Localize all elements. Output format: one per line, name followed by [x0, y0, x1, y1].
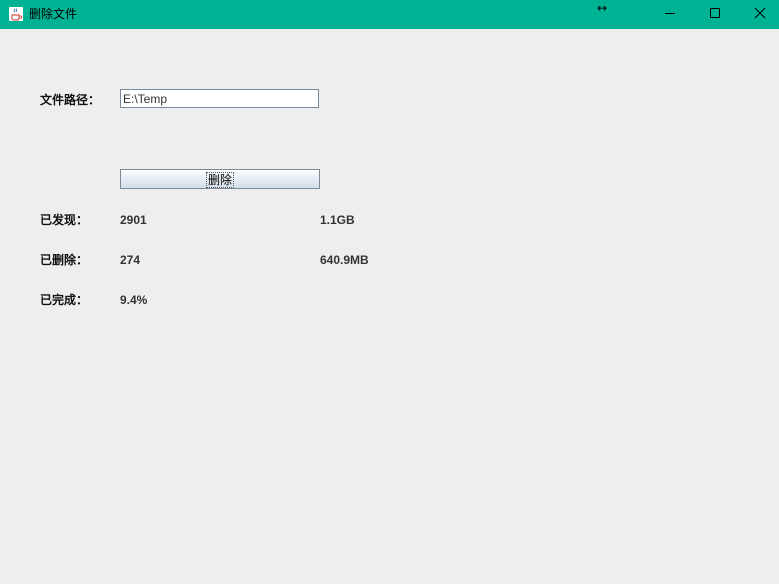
- minimize-icon: [665, 13, 675, 14]
- found-label: 已发现：: [40, 213, 89, 227]
- deleted-count: 274: [120, 253, 141, 267]
- resize-arrow-icon: ↔: [597, 1, 608, 15]
- deleted-size: 640.9MB: [320, 253, 369, 267]
- window-title: 删除文件: [29, 7, 78, 21]
- close-icon: [754, 7, 766, 19]
- maximize-icon: [710, 8, 720, 18]
- title-bar[interactable]: 删除文件 ↔: [0, 0, 779, 29]
- maximize-button[interactable]: [692, 0, 738, 29]
- completed-percent: 9.4%: [120, 293, 148, 307]
- deleted-label: 已删除：: [40, 253, 89, 267]
- delete-button-label: 删除: [205, 171, 235, 188]
- java-coffee-cup-icon[interactable]: [8, 6, 24, 22]
- delete-button[interactable]: 删除: [120, 169, 320, 189]
- file-path-input[interactable]: [120, 89, 319, 108]
- minimize-button[interactable]: [647, 0, 693, 29]
- file-path-label: 文件路径：: [40, 93, 101, 107]
- found-size: 1.1GB: [320, 213, 355, 227]
- found-count: 2901: [120, 213, 147, 227]
- close-button[interactable]: [737, 0, 779, 29]
- completed-label: 已完成：: [40, 293, 89, 307]
- delete-files-window: 删除文件 ↔ 文件路径： 删除 已发现： 2901 1.1GB 已删除： 274…: [0, 0, 779, 584]
